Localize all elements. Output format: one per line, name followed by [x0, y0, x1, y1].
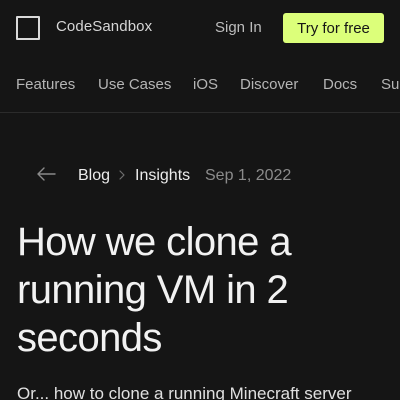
breadcrumb: Blog Insights Sep 1, 2022: [0, 160, 400, 192]
article-subtitle: Or... how to clone a running Minecraft s…: [17, 384, 352, 400]
nav-item-docs[interactable]: Docs: [323, 76, 357, 93]
site-header: CodeSandbox Sign In Try for free: [0, 0, 400, 56]
try-for-free-button[interactable]: Try for free: [283, 13, 384, 43]
main-nav: Features Use Cases iOS Discover Docs Sup: [0, 56, 400, 113]
nav-item-ios[interactable]: iOS: [193, 76, 218, 93]
nav-item-use-cases[interactable]: Use Cases: [98, 76, 171, 93]
nav-item-features[interactable]: Features: [16, 76, 75, 93]
brand-name[interactable]: CodeSandbox: [56, 18, 152, 35]
nav-item-support[interactable]: Sup: [381, 76, 400, 93]
breadcrumb-insights[interactable]: Insights: [135, 167, 190, 185]
article-title: How we clone a running VM in 2 seconds: [17, 220, 292, 360]
page: CodeSandbox Sign In Try for free Feature…: [0, 0, 400, 400]
breadcrumb-blog[interactable]: Blog: [78, 167, 110, 185]
chevron-right-icon: [119, 170, 125, 180]
publish-date: Sep 1, 2022: [205, 167, 292, 184]
codesandbox-logo-icon[interactable]: [16, 16, 40, 40]
nav-item-discover[interactable]: Discover: [240, 76, 298, 93]
sign-in-link[interactable]: Sign In: [215, 19, 262, 36]
arrow-left-icon[interactable]: [36, 166, 56, 182]
